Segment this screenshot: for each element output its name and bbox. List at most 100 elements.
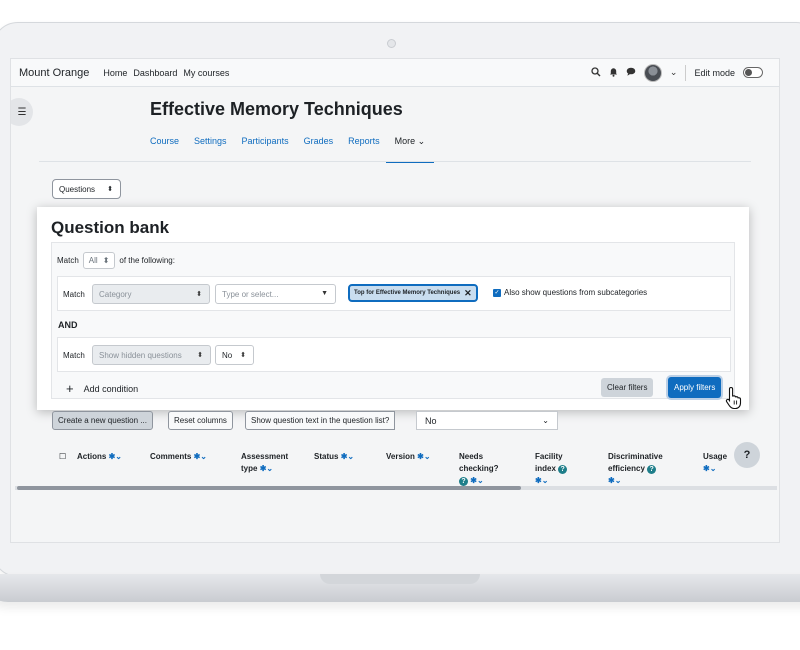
- close-icon[interactable]: ✕: [464, 288, 472, 299]
- subcategories-checkbox-row: ✓ Also show questions from subcategories: [493, 288, 647, 297]
- column-needs-label-1: Needs: [459, 452, 484, 461]
- info-icon[interactable]: ?: [459, 477, 468, 486]
- laptop-notch: [320, 574, 480, 584]
- category-chip-label: Top for Effective Memory Techniques: [354, 290, 461, 296]
- select-caret-icon: ⬍: [196, 291, 202, 298]
- match-suffix: of the following:: [119, 256, 175, 265]
- column-discriminative-efficiency[interactable]: Discriminative efficiency ? ✱⌄: [608, 451, 663, 487]
- navbar: Mount Orange Home Dashboard My courses ⌄…: [11, 59, 779, 87]
- question-bank-title: Question bank: [51, 218, 170, 237]
- column-assessment-label-2: type: [241, 464, 258, 473]
- nav-home[interactable]: Home: [103, 68, 127, 78]
- search-icon[interactable]: [591, 66, 601, 79]
- drawer-toggle-button[interactable]: ☰: [11, 98, 33, 126]
- pointer-cursor-icon: [725, 386, 742, 410]
- add-condition-label: Add condition: [83, 383, 139, 394]
- select-caret-icon: ⬍: [197, 352, 203, 359]
- course-tabs: Course Settings Participants Grades Repo…: [150, 136, 434, 163]
- gear-icon[interactable]: ✱⌄: [703, 463, 727, 475]
- condition-match-label: Match: [63, 290, 85, 299]
- reset-columns-button[interactable]: Reset columns: [168, 411, 233, 430]
- gear-icon[interactable]: ✱⌄: [194, 452, 207, 461]
- match-prefix: Match: [57, 256, 79, 265]
- column-assessment-type[interactable]: Assessment type ✱⌄: [241, 451, 288, 475]
- info-icon[interactable]: ?: [558, 465, 568, 474]
- column-status[interactable]: Status ✱⌄: [314, 451, 354, 463]
- create-question-button[interactable]: Create a new question ...: [52, 411, 153, 430]
- subcategories-label: Also show questions from subcategories: [504, 288, 648, 297]
- chevron-down-icon[interactable]: ⌄: [670, 67, 678, 78]
- hidden-value: No: [222, 350, 233, 360]
- condition-row-category: Match Category ⬍ Type or select... ▼ Top…: [57, 276, 731, 311]
- question-bank-panel: Question bank Match All ⬍ of the followi…: [37, 207, 749, 410]
- add-condition-button[interactable]: + Add condition: [66, 381, 138, 396]
- chevron-down-icon: ⌄: [542, 416, 549, 425]
- help-button[interactable]: ?: [734, 442, 760, 468]
- category-field-value: Category: [99, 289, 132, 299]
- column-actions[interactable]: Actions ✱⌄: [77, 451, 122, 463]
- column-needs-checking[interactable]: Needs checking? ? ✱⌄: [459, 451, 499, 487]
- hidden-questions-select[interactable]: Show hidden questions ⬍: [92, 345, 211, 365]
- gear-icon[interactable]: ✱⌄: [260, 464, 273, 473]
- site-brand[interactable]: Mount Orange: [19, 67, 89, 79]
- bell-icon[interactable]: [609, 67, 618, 79]
- tab-course[interactable]: Course: [150, 136, 179, 157]
- drawer-icon: ☰: [17, 106, 27, 118]
- tab-participants[interactable]: Participants: [242, 136, 289, 157]
- select-all-checkbox[interactable]: ☐: [59, 451, 66, 463]
- subcategories-checkbox[interactable]: ✓: [493, 288, 501, 297]
- scrollbar-thumb[interactable]: [17, 486, 521, 490]
- category-field-select[interactable]: Category ⬍: [92, 284, 210, 304]
- column-facility-index[interactable]: Facility index ? ✱⌄: [535, 451, 568, 487]
- column-disc-label-2: efficiency: [608, 464, 645, 473]
- match-all-select[interactable]: All ⬍: [82, 252, 116, 269]
- info-icon[interactable]: ?: [647, 465, 657, 474]
- tab-grades[interactable]: Grades: [304, 136, 334, 157]
- column-actions-label: Actions: [77, 452, 107, 461]
- navbar-right: ⌄ Edit mode: [591, 63, 763, 82]
- edit-mode-label: Edit mode: [694, 67, 735, 78]
- and-label: AND: [58, 320, 78, 330]
- dropdown-triangle-icon: ▼: [321, 290, 328, 297]
- column-needs-label-2: checking?: [459, 464, 499, 473]
- match-all-value: All: [88, 256, 98, 265]
- gear-icon[interactable]: ✱⌄: [470, 476, 483, 485]
- gear-icon[interactable]: ✱⌄: [109, 452, 122, 461]
- select-caret-icon: ⬍: [107, 186, 113, 193]
- nav-my-courses[interactable]: My courses: [183, 68, 229, 78]
- chat-icon[interactable]: [626, 67, 636, 78]
- show-question-text-label: Show question text in the question list?: [245, 411, 396, 430]
- gear-icon[interactable]: ✱⌄: [417, 452, 430, 461]
- tab-settings[interactable]: Settings: [194, 136, 227, 157]
- gear-icon[interactable]: ✱⌄: [341, 452, 354, 461]
- tabs-divider: [39, 161, 751, 162]
- questions-select-value: Questions: [59, 184, 96, 194]
- edit-mode-toggle[interactable]: [743, 67, 763, 78]
- category-search-input[interactable]: Type or select... ▼: [215, 284, 336, 304]
- column-status-label: Status: [314, 452, 339, 461]
- clear-filters-button[interactable]: Clear filters: [601, 378, 654, 397]
- page-title: Effective Memory Techniques: [150, 99, 403, 119]
- column-comments[interactable]: Comments ✱⌄: [150, 451, 207, 463]
- column-comments-label: Comments: [150, 452, 192, 461]
- questions-select[interactable]: Questions ⬍: [52, 179, 121, 199]
- category-chip[interactable]: Top for Effective Memory Techniques ✕: [348, 284, 478, 302]
- column-usage[interactable]: Usage ✱⌄: [703, 451, 727, 475]
- show-question-text-select[interactable]: No ⌄: [416, 411, 558, 430]
- column-facility-label-2: index: [535, 464, 556, 473]
- tab-more[interactable]: More ⌄: [385, 136, 434, 163]
- avatar[interactable]: [643, 63, 662, 82]
- apply-filters-button[interactable]: Apply filters: [668, 377, 722, 398]
- column-version[interactable]: Version ✱⌄: [386, 451, 431, 463]
- hidden-value-select[interactable]: No ⬍: [215, 345, 254, 365]
- select-caret-icon: ⬍: [240, 352, 246, 359]
- screen: Mount Orange Home Dashboard My courses ⌄…: [10, 58, 780, 543]
- condition-match-label: Match: [63, 351, 85, 360]
- nav-dashboard[interactable]: Dashboard: [133, 68, 177, 78]
- match-row: Match All ⬍ of the following:: [57, 252, 175, 269]
- column-assessment-label-1: Assessment: [241, 452, 289, 461]
- condition-row-hidden: Match Show hidden questions ⬍ No ⬍: [57, 337, 731, 372]
- select-caret-icon: ⬍: [102, 256, 110, 265]
- tab-reports[interactable]: Reports: [348, 136, 380, 157]
- hidden-questions-value: Show hidden questions: [99, 350, 182, 360]
